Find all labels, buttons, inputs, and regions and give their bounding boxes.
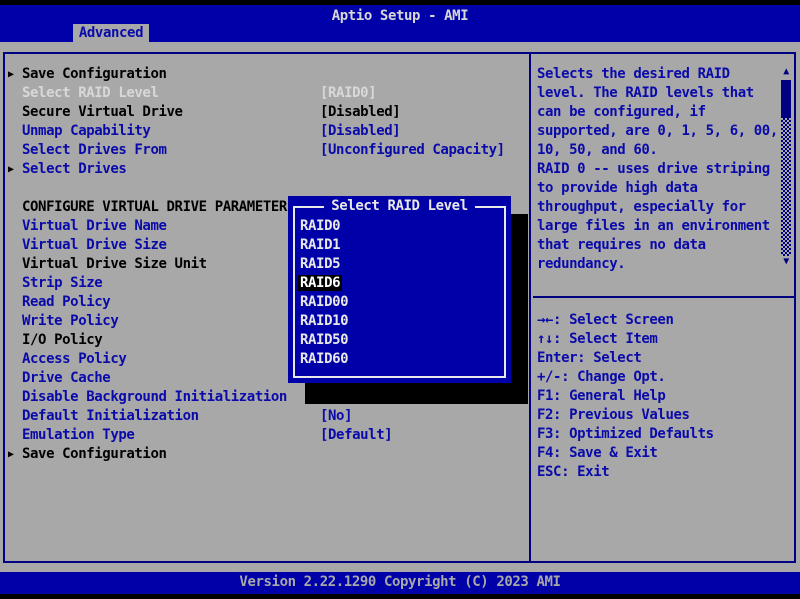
shortcut-select-screen: →←: Select Screen — [537, 311, 674, 330]
menu-item-label: Emulation Type — [22, 426, 134, 445]
menu-item-value: [Disabled] — [320, 103, 400, 122]
menu-item-value: [Default] — [320, 426, 392, 445]
menu-item-label: Strip Size — [22, 274, 102, 293]
menu-item-value: [Unconfigured Capacity] — [320, 141, 505, 160]
menu-item-label: Unmap Capability — [22, 122, 150, 141]
help-text-line: throughput, especially for — [537, 198, 746, 217]
help-divider — [533, 296, 794, 298]
popup-option-raid0[interactable]: RAID0 — [300, 217, 342, 236]
menu-item-label: Select Drives From — [22, 141, 167, 160]
menu-item-select-raid-level[interactable]: Select RAID Level [RAID0] — [5, 84, 527, 103]
help-text-line: RAID 0 -- uses drive striping — [537, 160, 770, 179]
help-text-line: to provide high data — [537, 179, 698, 198]
help-scrollbar[interactable]: ▲ ▼ — [780, 66, 792, 268]
shortcut-general-help: F1: General Help — [537, 387, 665, 406]
popup-option-raid10[interactable]: RAID10 — [300, 312, 350, 331]
menu-item-label: Save Configuration — [22, 65, 167, 84]
menu-item-unmap-capability[interactable]: Unmap Capability [Disabled] — [5, 122, 527, 141]
shortcut-save-exit: F4: Save & Exit — [537, 444, 657, 463]
menu-item-save-configuration-bottom[interactable]: ▶ Save Configuration — [5, 445, 527, 464]
menu-item-label: Save Configuration — [22, 445, 167, 464]
shortcut-change-opt: +/-: Change Opt. — [537, 368, 665, 387]
help-text-line: large files in an environment — [537, 217, 770, 236]
popup-option-raid6-selected[interactable]: RAID6 — [300, 274, 342, 293]
select-raid-level-popup: Select RAID Level RAID0 RAID1 RAID5 RAID… — [288, 196, 511, 383]
menu-item-emulation-type[interactable]: Emulation Type [Default] — [5, 426, 527, 445]
popup-option-raid50[interactable]: RAID50 — [300, 331, 350, 350]
section-label: CONFIGURE VIRTUAL DRIVE PARAMETER — [22, 198, 287, 217]
help-text-line: Selects the desired RAID — [537, 65, 730, 84]
header-bar: Aptio Setup - AMI Advanced — [0, 5, 800, 42]
menu-item-label: I/O Policy — [22, 331, 102, 350]
menu-item-value: [RAID0] — [320, 84, 376, 103]
submenu-arrow-icon: ▶ — [8, 445, 14, 464]
popup-option-raid5[interactable]: RAID5 — [300, 255, 342, 274]
menu-item-label: Virtual Drive Size Unit — [22, 255, 207, 274]
scrollbar-down-icon[interactable]: ▼ — [780, 256, 792, 268]
menu-item-label: Drive Cache — [22, 369, 110, 388]
submenu-arrow-icon: ▶ — [8, 65, 14, 84]
menu-item-label: Virtual Drive Name — [22, 217, 167, 236]
help-text-line: that requires no data — [537, 236, 706, 255]
menu-item-value: [Disabled] — [320, 122, 400, 141]
version-bar: Version 2.22.1290 Copyright (C) 2023 AMI — [0, 572, 800, 594]
scrollbar-thumb[interactable] — [781, 80, 791, 118]
menu-item-secure-virtual-drive[interactable]: Secure Virtual Drive [Disabled] — [5, 103, 527, 122]
help-text-line: level. The RAID levels that — [537, 84, 754, 103]
menu-item-label: Select Drives — [22, 160, 126, 179]
shortcut-previous-values: F2: Previous Values — [537, 406, 690, 425]
menu-item-label: Access Policy — [22, 350, 126, 369]
menu-item-select-drives[interactable]: ▶ Select Drives — [5, 160, 527, 179]
popup-option-raid1[interactable]: RAID1 — [300, 236, 342, 255]
popup-option-raid60[interactable]: RAID60 — [300, 350, 350, 369]
menu-item-label: Default Initialization — [22, 407, 199, 426]
help-text-line: redundancy. — [537, 255, 625, 274]
tab-advanced[interactable]: Advanced — [73, 24, 149, 42]
bios-screen: Aptio Setup - AMI Advanced ▶ Save Config… — [0, 0, 800, 599]
menu-item-label: Write Policy — [22, 312, 118, 331]
menu-item-save-configuration-top[interactable]: ▶ Save Configuration — [5, 65, 527, 84]
popup-title: Select RAID Level — [288, 197, 511, 216]
submenu-arrow-icon: ▶ — [8, 160, 14, 179]
shortcut-esc-exit: ESC: Exit — [537, 463, 609, 482]
menu-item-default-initialization[interactable]: Default Initialization [No] — [5, 407, 527, 426]
shortcut-select-item: ↑↓: Select Item — [537, 330, 657, 349]
panel-divider — [529, 52, 531, 563]
menu-item-label: Read Policy — [22, 293, 110, 312]
scrollbar-up-icon[interactable]: ▲ — [780, 66, 792, 78]
menu-item-label: Virtual Drive Size — [22, 236, 167, 255]
menu-item-value: [No] — [320, 407, 352, 426]
scrollbar-track[interactable] — [781, 118, 791, 256]
menu-item-label: Secure Virtual Drive — [22, 103, 183, 122]
menu-item-select-drives-from[interactable]: Select Drives From [Unconfigured Capacit… — [5, 141, 527, 160]
help-text-line: 10, 50, and 60. — [537, 141, 657, 160]
popup-option-raid00[interactable]: RAID00 — [300, 293, 350, 312]
shortcut-enter-select: Enter: Select — [537, 349, 641, 368]
menu-item-label: Select RAID Level — [22, 84, 159, 103]
shortcut-optimized-defaults: F3: Optimized Defaults — [537, 425, 714, 444]
help-text-line: can be configured, if — [537, 103, 706, 122]
help-text-line: supported, are 0, 1, 5, 6, 00, — [537, 122, 778, 141]
menu-item-label: Disable Background Initialization — [22, 388, 287, 407]
